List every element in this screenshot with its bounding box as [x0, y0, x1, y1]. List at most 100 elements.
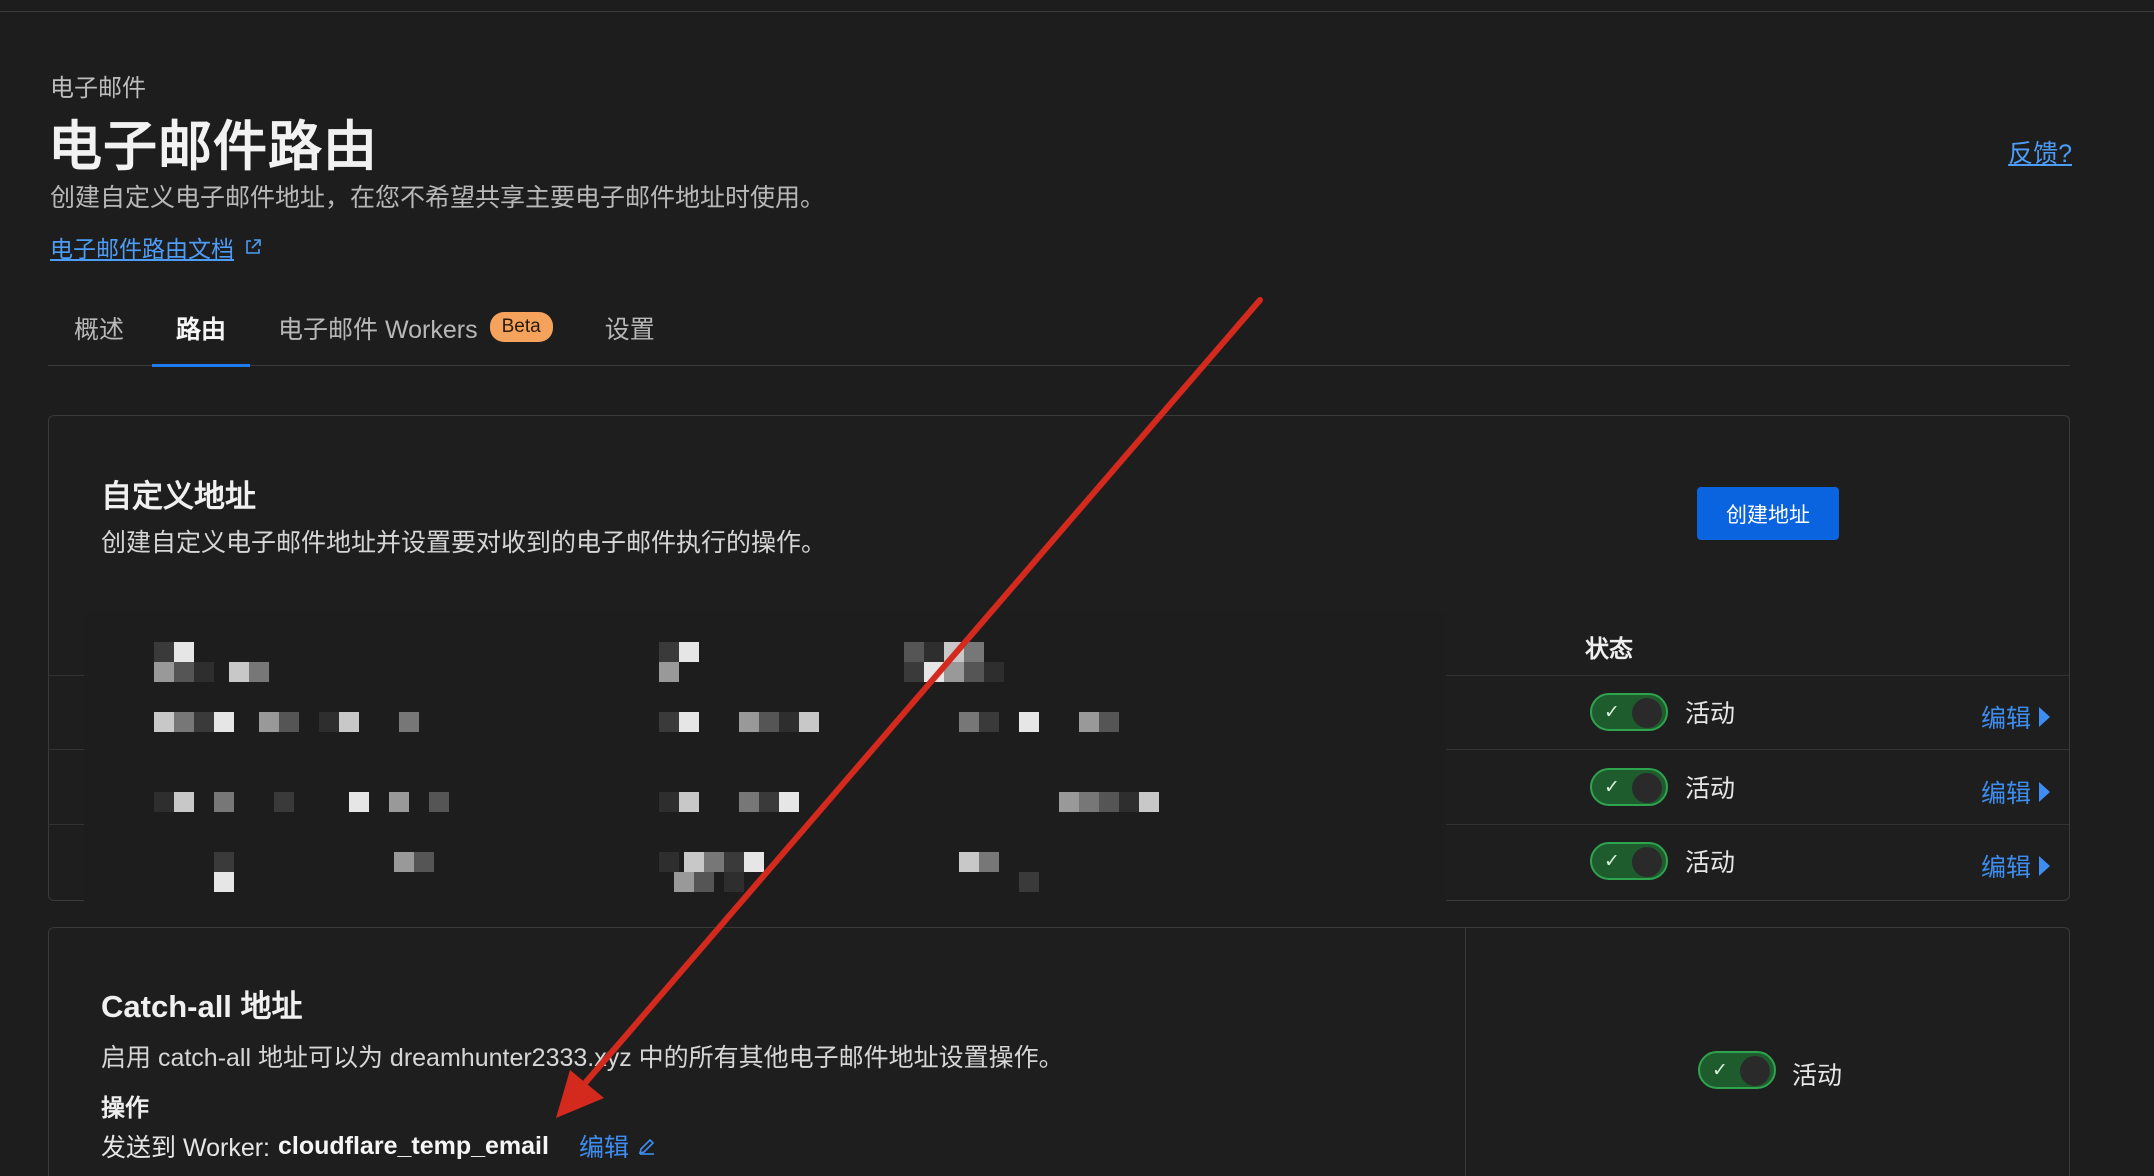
redaction-pixel — [349, 792, 369, 812]
chevron-right-icon — [2039, 856, 2051, 876]
toggle-knob — [1632, 698, 1662, 728]
status-column-header: 状态 — [1585, 636, 1633, 663]
catch-all-title: Catch-all 地址 — [101, 989, 303, 1024]
edit-rule-link[interactable]: 编辑 — [1981, 699, 2051, 735]
top-divider — [0, 0, 2154, 12]
redaction-pixel — [904, 662, 924, 682]
redaction-pixel — [1119, 792, 1139, 812]
custom-addresses-card: 自定义地址 创建自定义电子邮件地址并设置要对收到的电子邮件执行的操作。 创建地址… — [48, 415, 2070, 902]
catch-all-toggle[interactable]: ✓ — [1698, 1051, 1776, 1089]
custom-addresses-description: 创建自定义电子邮件地址并设置要对收到的电子邮件执行的操作。 — [101, 529, 827, 557]
tab-bar: 概述 路由 电子邮件 Workers Beta 设置 — [48, 296, 2070, 367]
redaction-pixel — [759, 792, 779, 812]
redaction-pixel — [944, 642, 964, 662]
redaction-pixel — [1079, 792, 1099, 812]
redaction-pixel — [944, 662, 964, 682]
docs-link[interactable]: 电子邮件路由文档 — [50, 230, 262, 264]
redaction-pixel — [759, 712, 779, 732]
toggle-knob — [1740, 1056, 1770, 1086]
beta-badge: Beta — [489, 312, 553, 342]
redaction-pixel — [319, 712, 339, 732]
status-text: 活动 — [1685, 849, 1736, 877]
tab-routing[interactable]: 路由 — [150, 296, 252, 367]
redaction-pixel — [779, 792, 799, 812]
redaction-pixel — [154, 662, 174, 682]
redaction-pixel — [1139, 792, 1159, 812]
edit-rule-link[interactable]: 编辑 — [1981, 774, 2051, 810]
tab-email-workers[interactable]: 电子邮件 Workers Beta — [252, 296, 579, 366]
tab-overview[interactable]: 概述 — [48, 296, 150, 366]
redaction-pixel — [694, 872, 714, 892]
redaction-pixel — [744, 852, 764, 872]
redaction-pixel — [959, 852, 979, 872]
redaction-pixel — [194, 662, 214, 682]
redaction-pixel — [1099, 712, 1119, 732]
redaction-pixel — [1019, 712, 1039, 732]
status-toggle[interactable]: ✓ — [1590, 768, 1668, 806]
create-address-button[interactable]: 创建地址 — [1697, 487, 1839, 540]
edit-label: 编辑 — [1981, 854, 2032, 882]
redaction-pixel — [1059, 792, 1079, 812]
chevron-right-icon — [2039, 782, 2051, 802]
edit-action-link[interactable]: 编辑 — [579, 1128, 657, 1164]
redaction-pixel — [229, 662, 249, 682]
edit-label: 编辑 — [1981, 705, 2032, 733]
redaction-pixel — [659, 712, 679, 732]
redaction-pixel — [704, 852, 724, 872]
redaction-pixel — [194, 712, 214, 732]
check-icon: ✓ — [1604, 702, 1620, 723]
redaction-pixel — [429, 792, 449, 812]
redaction-pixel — [799, 712, 819, 732]
redaction-pixel — [399, 712, 419, 732]
redaction-pixel — [154, 712, 174, 732]
page-title: 电子邮件路由 — [48, 117, 378, 177]
check-icon: ✓ — [1604, 777, 1620, 798]
tab-settings[interactable]: 设置 — [579, 296, 681, 366]
redaction-pixel — [964, 642, 984, 662]
tab-overview-label: 概述 — [74, 316, 125, 344]
redaction-pixel — [979, 852, 999, 872]
redacted-addresses — [84, 612, 1446, 902]
check-icon: ✓ — [1604, 851, 1620, 872]
redaction-pixel — [249, 662, 269, 682]
redaction-pixel — [679, 792, 699, 812]
redaction-pixel — [1019, 872, 1039, 892]
status-toggle[interactable]: ✓ — [1590, 842, 1668, 880]
redaction-pixel — [674, 872, 694, 892]
custom-addresses-title: 自定义地址 — [101, 479, 256, 514]
edit-rule-link[interactable]: 编辑 — [1981, 848, 2051, 884]
redaction-pixel — [214, 872, 234, 892]
toggle-knob — [1632, 847, 1662, 877]
redaction-pixel — [659, 642, 679, 662]
redaction-pixel — [739, 712, 759, 732]
edit-label: 编辑 — [578, 1134, 629, 1162]
feedback-link[interactable]: 反馈? — [2008, 134, 2072, 170]
redaction-pixel — [964, 662, 984, 682]
redaction-pixel — [739, 792, 759, 812]
redaction-pixel — [214, 852, 234, 872]
external-link-icon — [246, 239, 261, 254]
status-text: 活动 — [1685, 700, 1736, 728]
redaction-pixel — [279, 712, 299, 732]
docs-link-label: 电子邮件路由文档 — [50, 236, 234, 262]
chevron-right-icon — [2039, 707, 2051, 727]
status-toggle[interactable]: ✓ — [1590, 693, 1668, 731]
action-label: 操作 — [101, 1095, 149, 1122]
redaction-pixel — [154, 642, 174, 662]
action-value: 发送到 Worker: cloudflare_temp_email 编辑 — [101, 1128, 657, 1164]
redaction-pixel — [904, 642, 924, 662]
tab-email-workers-label: 电子邮件 Workers — [278, 316, 478, 344]
status-text: 活动 — [1685, 775, 1736, 803]
catch-all-card: Catch-all 地址 启用 catch-all 地址可以为 dreamhun… — [48, 927, 2070, 1176]
redaction-pixel — [214, 712, 234, 732]
page-description: 创建自定义电子邮件地址，在您不希望共享主要电子邮件地址时使用。 — [50, 184, 826, 212]
toggle-knob — [1632, 773, 1662, 803]
catch-all-status-text: 活动 — [1792, 1062, 1843, 1090]
redaction-pixel — [779, 712, 799, 732]
worker-name: cloudflare_temp_email — [278, 1131, 549, 1160]
redaction-pixel — [924, 662, 944, 682]
edit-label: 编辑 — [1981, 780, 2032, 808]
redaction-pixel — [174, 662, 194, 682]
pencil-icon — [638, 1138, 655, 1155]
redaction-pixel — [174, 712, 194, 732]
